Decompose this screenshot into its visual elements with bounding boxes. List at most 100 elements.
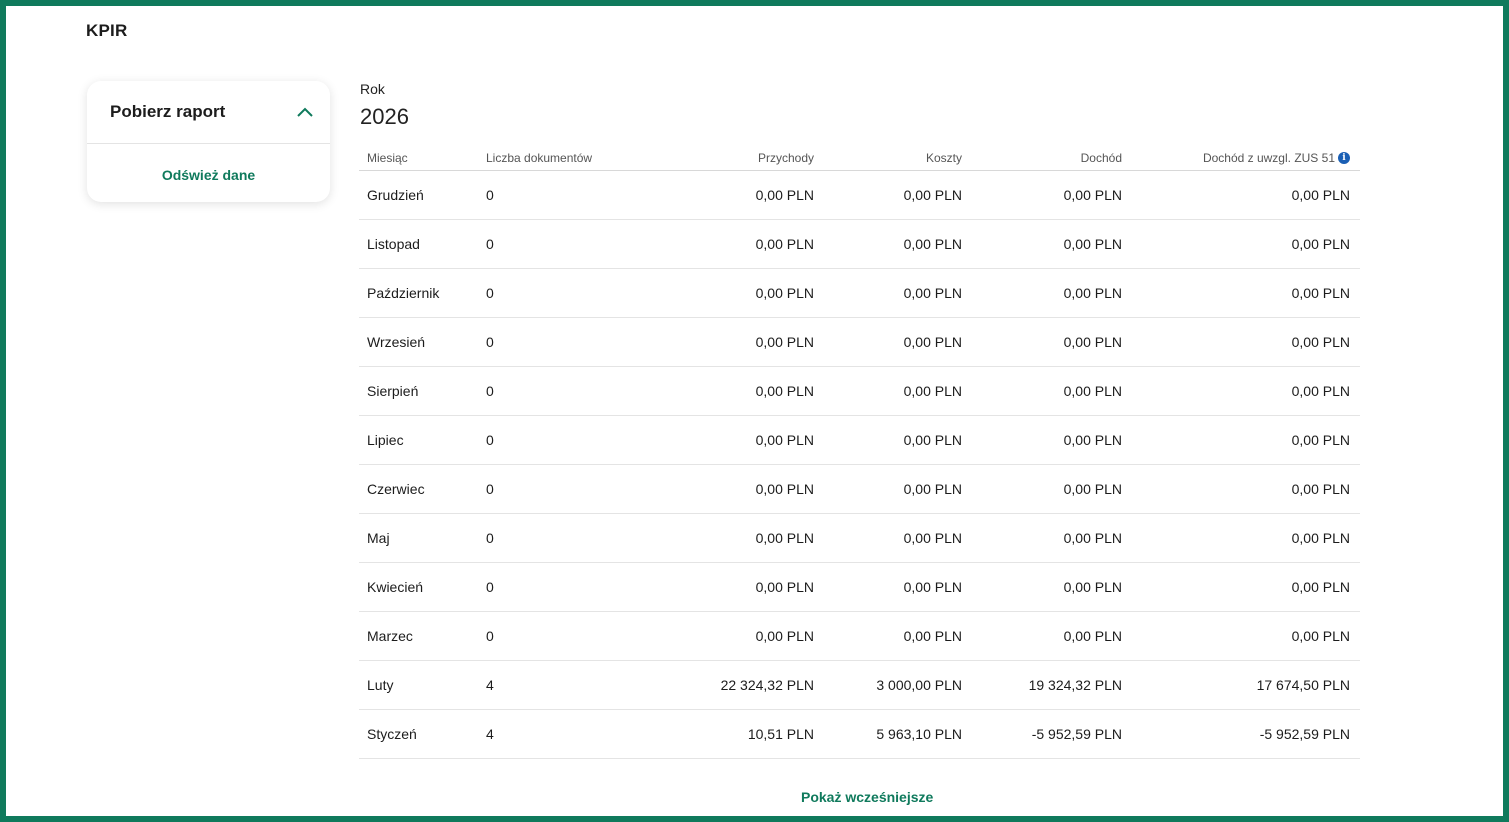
cell-month: Wrzesień: [367, 334, 426, 350]
cell-income: 0,00 PLN: [1063, 334, 1122, 350]
info-icon[interactable]: i: [1338, 152, 1350, 164]
cell-costs: 0,00 PLN: [903, 285, 962, 301]
cell-document-count: 0: [486, 383, 494, 399]
year-label: Rok: [360, 81, 385, 97]
table-body: Grudzień 0 0,00 PLN 0,00 PLN 0,00 PLN 0,00 PL…: [359, 171, 1360, 759]
cell-income-zus: 0,00 PLN: [1291, 579, 1350, 595]
table-row[interactable]: Wrzesień 0 0,00 PLN 0,00 PLN 0,00 PLN 0,00 PL…: [359, 318, 1360, 367]
cell-month: Czerwiec: [367, 481, 425, 497]
header-income-zus-label: Dochód z uwzgl. ZUS 51: [1202, 151, 1335, 165]
cell-income-zus: 0,00 PLN: [1291, 383, 1350, 399]
cell-document-count: 0: [486, 187, 494, 203]
table-row[interactable]: Luty 4 22 324,32 PLN 3 000,00 PLN 19 324,32 …: [359, 661, 1360, 710]
cell-income: 0,00 PLN: [1063, 530, 1122, 546]
cell-month: Sierpień: [367, 383, 419, 399]
cell-income: 0,00 PLN: [1063, 187, 1122, 203]
cell-costs: 0,00 PLN: [903, 432, 962, 448]
cell-document-count: 0: [486, 236, 494, 252]
cell-revenue: 0,00 PLN: [755, 334, 814, 350]
cell-month: Kwiecień: [367, 579, 424, 595]
cell-revenue: 0,00 PLN: [755, 236, 814, 252]
cell-income: -5 952,59 PLN: [1031, 726, 1122, 742]
cell-revenue: 0,00 PLN: [755, 579, 814, 595]
cell-month: Styczeń: [367, 726, 417, 742]
cell-month: Marzec: [367, 628, 413, 644]
header-document-count: Liczba dokumentów: [486, 151, 593, 165]
header-month: Miesiąc: [367, 151, 408, 165]
table-row[interactable]: Maj 0 0,00 PLN 0,00 PLN 0,00 PLN 0,00 PLN: [359, 514, 1360, 563]
cell-income-zus: 0,00 PLN: [1291, 432, 1350, 448]
header-income: Dochód: [1080, 151, 1122, 165]
download-report-title: Pobierz raport: [110, 102, 226, 121]
table-row[interactable]: Październik 0 0,00 PLN 0,00 PLN 0,00 PLN 0,00…: [359, 269, 1360, 318]
cell-costs: 0,00 PLN: [903, 628, 962, 644]
cell-month: Październik: [367, 285, 440, 301]
cell-costs: 0,00 PLN: [903, 530, 962, 546]
cell-document-count: 0: [486, 334, 494, 350]
header-revenue: Przychody: [757, 151, 814, 165]
cell-income-zus: 0,00 PLN: [1291, 187, 1350, 203]
download-report-header[interactable]: Pobierz raport: [87, 81, 330, 144]
table-row[interactable]: Styczeń 4 10,51 PLN 5 963,10 PLN -5 952,59 P…: [359, 710, 1360, 759]
cell-costs: 3 000,00 PLN: [876, 677, 962, 693]
cell-income: 0,00 PLN: [1063, 236, 1122, 252]
cell-income-zus: 0,00 PLN: [1291, 285, 1350, 301]
cell-income-zus: 0,00 PLN: [1291, 334, 1350, 350]
table-row[interactable]: Sierpień 0 0,00 PLN 0,00 PLN 0,00 PLN 0,00 PL…: [359, 367, 1360, 416]
cell-income: 19 324,32 PLN: [1028, 677, 1122, 693]
show-earlier-link[interactable]: Pokaż wcześniejsze: [801, 789, 933, 805]
cell-month: Grudzień: [367, 187, 424, 203]
cell-revenue: 0,00 PLN: [755, 530, 814, 546]
cell-document-count: 0: [486, 432, 494, 448]
cell-income-zus: 0,00 PLN: [1291, 530, 1350, 546]
cell-costs: 0,00 PLN: [903, 236, 962, 252]
cell-revenue: 22 324,32 PLN: [720, 677, 814, 693]
cell-income: 0,00 PLN: [1063, 579, 1122, 595]
cell-revenue: 0,00 PLN: [755, 187, 814, 203]
page-title: KPIR: [86, 21, 128, 40]
cell-month: Luty: [367, 677, 394, 693]
year-value[interactable]: 2026: [360, 104, 409, 130]
cell-revenue: 0,00 PLN: [755, 628, 814, 644]
cell-revenue: 0,00 PLN: [755, 432, 814, 448]
cell-income-zus: 0,00 PLN: [1291, 628, 1350, 644]
cell-income-zus: 0,00 PLN: [1291, 236, 1350, 252]
cell-income: 0,00 PLN: [1063, 628, 1122, 644]
table-row[interactable]: Kwiecień 0 0,00 PLN 0,00 PLN 0,00 PLN 0,00 PL…: [359, 563, 1360, 612]
table-row[interactable]: Grudzień 0 0,00 PLN 0,00 PLN 0,00 PLN 0,00 PL…: [359, 171, 1360, 220]
cell-income-zus: 0,00 PLN: [1291, 481, 1350, 497]
table-row[interactable]: Listopad 0 0,00 PLN 0,00 PLN 0,00 PLN 0,00 PL…: [359, 220, 1360, 269]
cell-revenue: 0,00 PLN: [755, 481, 814, 497]
table-row[interactable]: Marzec 0 0,00 PLN 0,00 PLN 0,00 PLN 0,00 PLN: [359, 612, 1360, 661]
cell-income-zus: 17 674,50 PLN: [1256, 677, 1350, 693]
cell-costs: 0,00 PLN: [903, 383, 962, 399]
cell-income: 0,00 PLN: [1063, 432, 1122, 448]
table-row[interactable]: Lipiec 0 0,00 PLN 0,00 PLN 0,00 PLN 0,00 PLN: [359, 416, 1360, 465]
cell-income: 0,00 PLN: [1063, 481, 1122, 497]
cell-revenue: 10,51 PLN: [747, 726, 814, 742]
cell-document-count: 0: [486, 628, 494, 644]
cell-month: Maj: [367, 530, 390, 546]
cell-document-count: 0: [486, 285, 494, 301]
cell-month: Listopad: [367, 236, 420, 252]
cell-document-count: 0: [486, 530, 494, 546]
kpir-table: Miesiąc Liczba dokumentów Przychody Kosz…: [359, 146, 1360, 759]
header-income-zus: Dochód z uwzgl. ZUS 51 i: [1122, 151, 1350, 165]
cell-document-count: 0: [486, 481, 494, 497]
cell-costs: 0,00 PLN: [903, 481, 962, 497]
cell-document-count: 0: [486, 579, 494, 595]
cell-revenue: 0,00 PLN: [755, 285, 814, 301]
table-row[interactable]: Czerwiec 0 0,00 PLN 0,00 PLN 0,00 PLN 0,00 PL…: [359, 465, 1360, 514]
cell-document-count: 4: [486, 677, 494, 693]
app-frame: KPIR Pobierz raport Odśwież dane Rok 202…: [0, 0, 1509, 822]
cell-costs: 0,00 PLN: [903, 187, 962, 203]
cell-month: Lipiec: [367, 432, 404, 448]
refresh-data-link[interactable]: Odśwież dane: [87, 167, 330, 183]
chevron-up-icon[interactable]: [296, 103, 314, 121]
cell-costs: 0,00 PLN: [903, 334, 962, 350]
cell-income-zus: -5 952,59 PLN: [1259, 726, 1350, 742]
cell-costs: 0,00 PLN: [903, 579, 962, 595]
table-header: Miesiąc Liczba dokumentów Przychody Kosz…: [359, 146, 1360, 171]
download-report-card: Pobierz raport Odśwież dane: [87, 81, 330, 202]
cell-revenue: 0,00 PLN: [755, 383, 814, 399]
